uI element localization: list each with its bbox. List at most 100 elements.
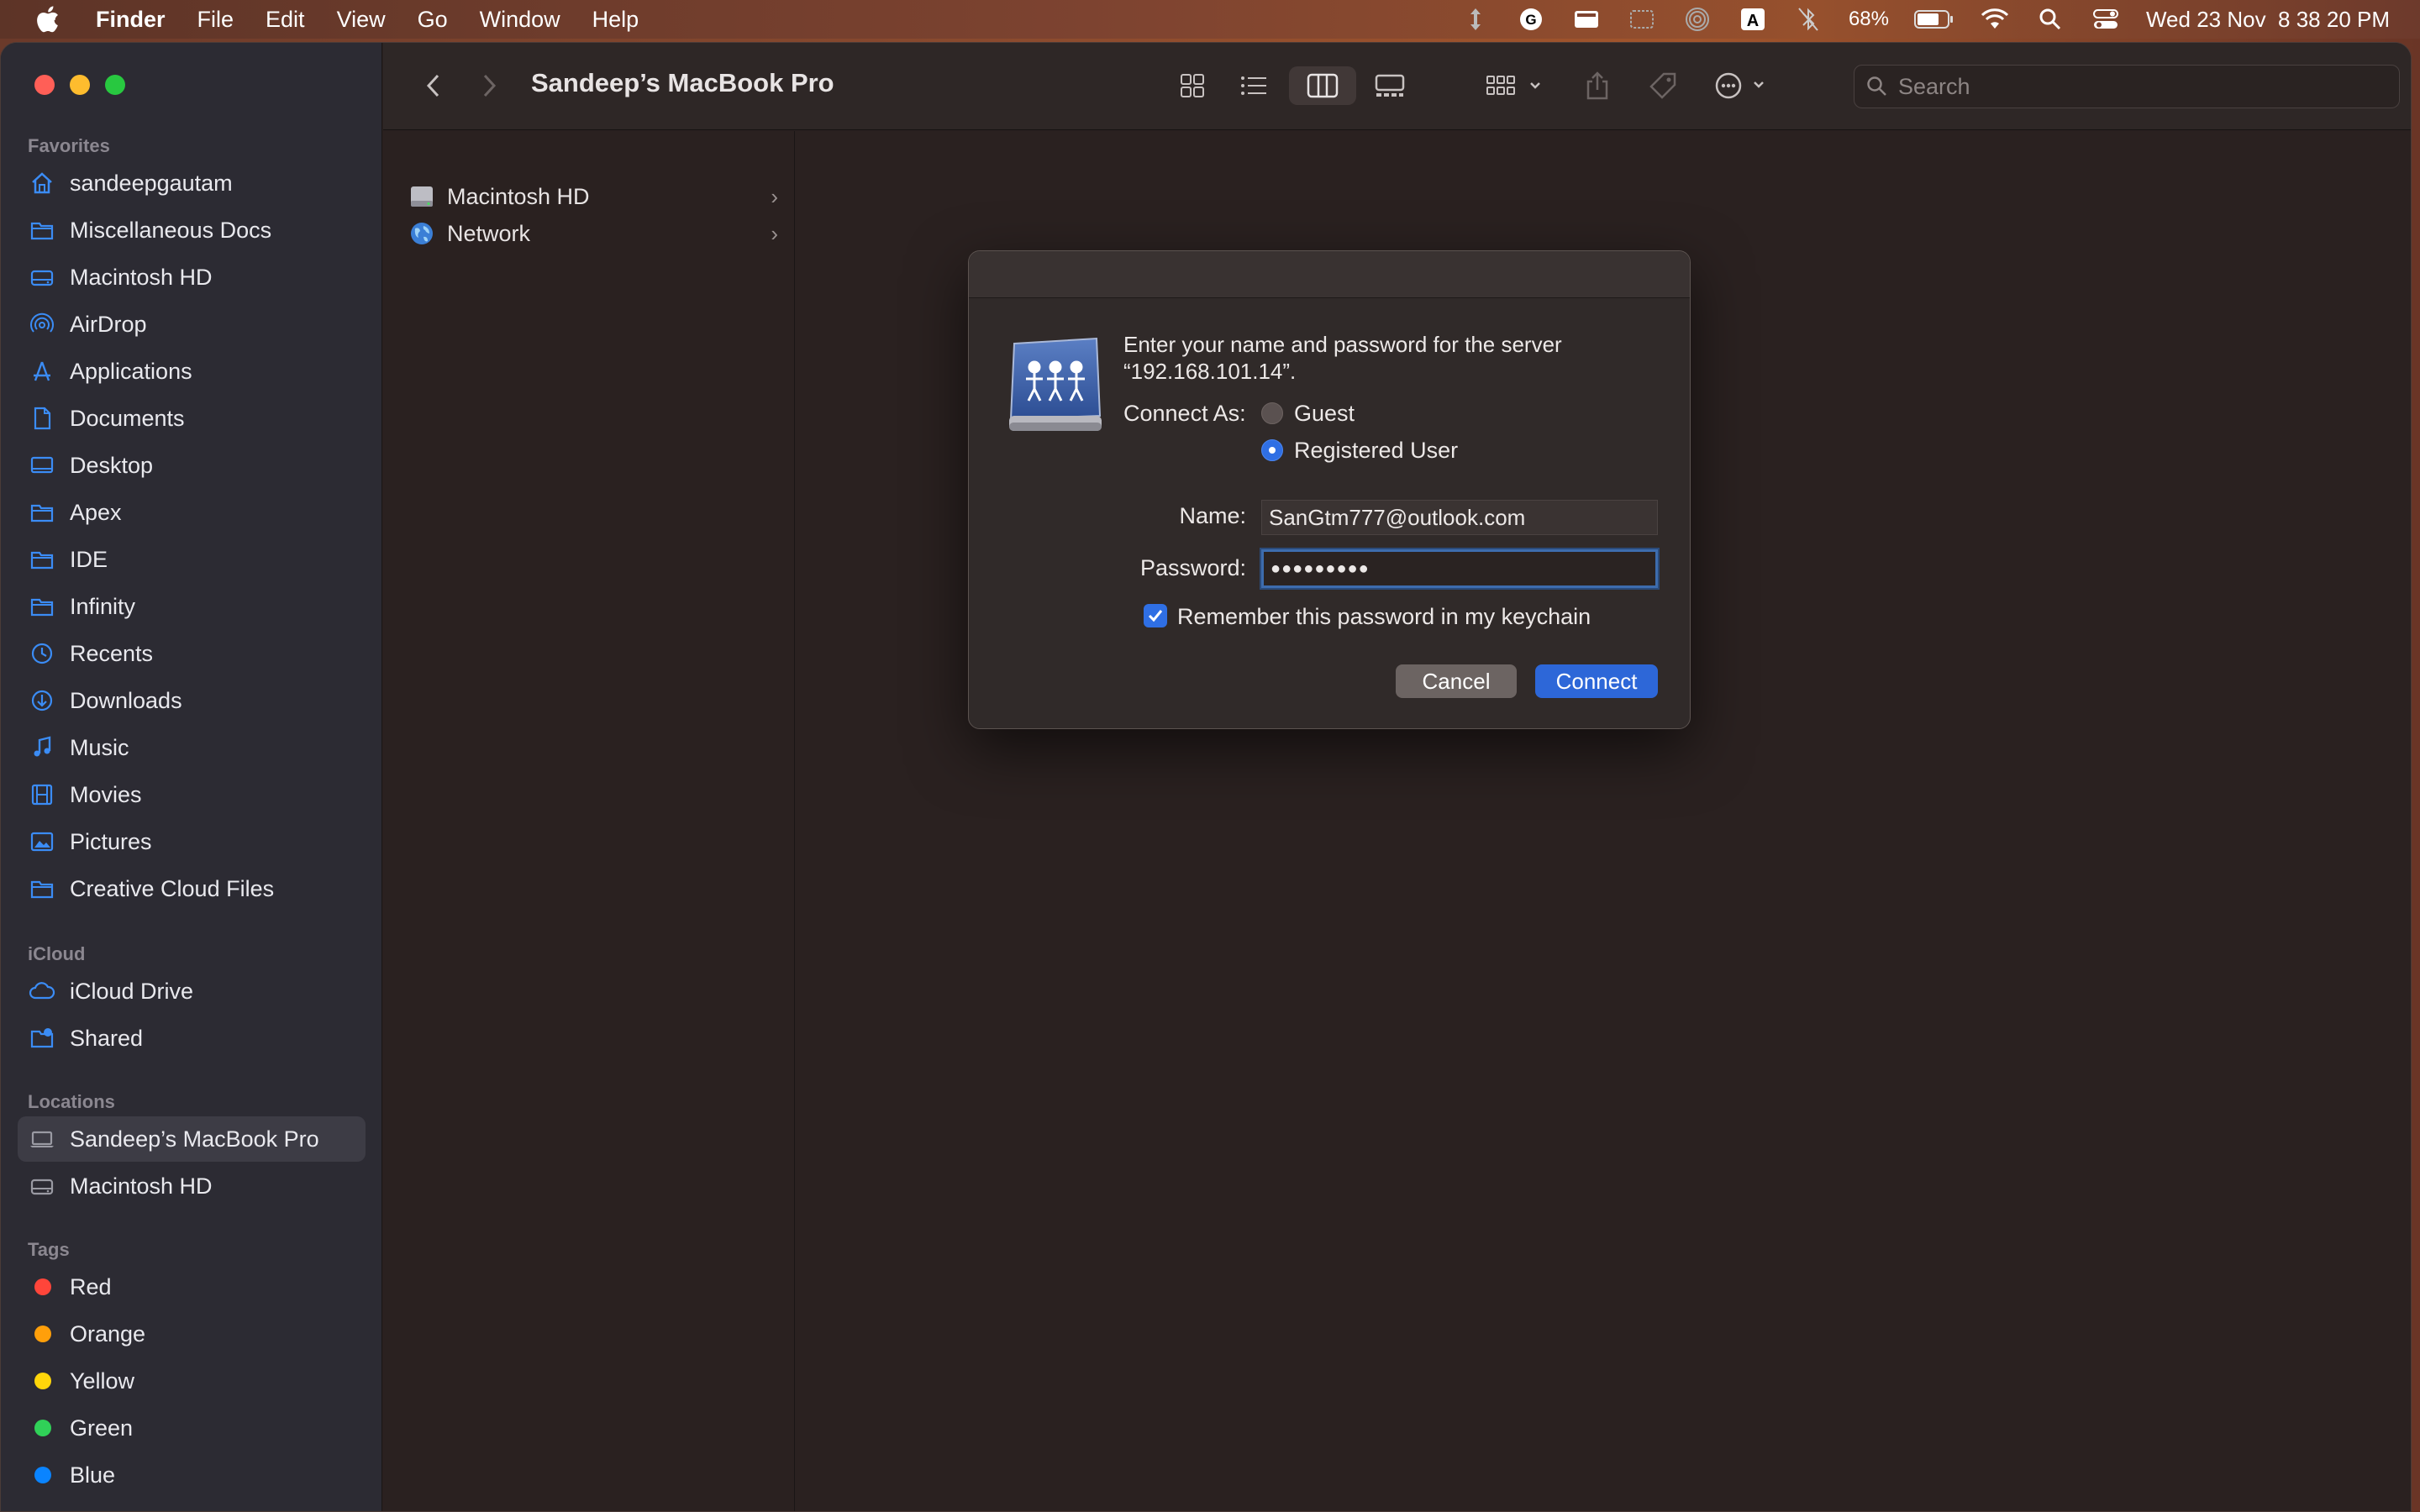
sidebar-item-label: Apex: [70, 499, 122, 525]
tag-color-dot: [34, 1326, 51, 1342]
sidebar-tag-green[interactable]: Green: [18, 1405, 366, 1451]
menu-edit[interactable]: Edit: [266, 7, 305, 33]
sidebar-tag-yellow[interactable]: Yellow: [18, 1358, 366, 1404]
folder-icon: [28, 874, 56, 903]
sidebar-item-label: Music: [70, 734, 129, 760]
spotlight-search-icon[interactable]: [2035, 7, 2065, 32]
photo-icon: [28, 827, 56, 856]
registered-user-radio[interactable]: [1261, 439, 1283, 461]
folder-icon: [28, 498, 56, 527]
sidebar-item-movies[interactable]: Movies: [18, 772, 366, 817]
tag-icon[interactable]: [1642, 66, 1684, 105]
sidebar-item-label: iCloud Drive: [70, 978, 194, 1004]
sidebar-item-applications[interactable]: Applications: [18, 349, 366, 394]
document-icon: [28, 404, 56, 433]
menu-app-name[interactable]: Finder: [96, 7, 166, 33]
group-by-button[interactable]: [1482, 66, 1553, 105]
sidebar-item-ide[interactable]: IDE: [18, 537, 366, 582]
name-field[interactable]: SanGtm777@outlook.com: [1261, 500, 1658, 535]
sidebar-item-label: Shared: [70, 1025, 144, 1051]
sidebar: Favorites iCloud Locations Tags sandeepg…: [1, 43, 382, 1511]
search-input[interactable]: [1898, 73, 2369, 100]
remember-password-label[interactable]: Remember this password in my keychain: [1177, 604, 1591, 630]
back-button[interactable]: [417, 66, 450, 105]
control-center-icon[interactable]: [2091, 7, 2121, 32]
forward-button[interactable]: [472, 66, 506, 105]
menu-file[interactable]: File: [197, 7, 234, 33]
sidebar-item-infinity[interactable]: Infinity: [18, 584, 366, 629]
cancel-button[interactable]: Cancel: [1396, 664, 1517, 698]
dialog-titlebar: [969, 251, 1690, 298]
wifi-icon[interactable]: [1980, 7, 2010, 32]
sidebar-item-label: Infinity: [70, 593, 136, 619]
tag-color-dot: [34, 1420, 51, 1436]
column-item-macintosh-hd[interactable]: Macintosh HD ›: [408, 180, 778, 213]
window-title: Sandeep’s MacBook Pro: [531, 68, 834, 97]
sidebar-item-documents[interactable]: Documents: [18, 396, 366, 441]
menu-help[interactable]: Help: [592, 7, 639, 33]
sidebar-item-macintosh-hd[interactable]: Macintosh HD: [18, 1163, 366, 1209]
sidebar-item-label: Desktop: [70, 452, 154, 478]
desktop-icon: [28, 451, 56, 480]
sidebar-item-sandeep-s-macbook-pro[interactable]: Sandeep’s MacBook Pro: [18, 1116, 366, 1162]
globe-icon: [408, 220, 435, 247]
sidebar-item-label: Applications: [70, 358, 192, 384]
resize-arrows-icon[interactable]: [1460, 7, 1491, 32]
apple-menu-icon[interactable]: [30, 3, 64, 36]
connect-as-label: Connect As:: [1123, 401, 1246, 426]
sidebar-tag-red[interactable]: Red: [18, 1264, 366, 1310]
list-view-button[interactable]: [1230, 66, 1277, 105]
remember-password-checkbox[interactable]: [1144, 604, 1167, 627]
minimize-button[interactable]: [70, 75, 90, 95]
share-icon[interactable]: [1576, 66, 1618, 105]
guest-label[interactable]: Guest: [1294, 401, 1355, 427]
sidebar-item-icloud-drive[interactable]: iCloud Drive: [18, 969, 366, 1014]
sidebar-item-downloads[interactable]: Downloads: [18, 678, 366, 723]
menu-window[interactable]: Window: [480, 7, 560, 33]
tag-color-dot: [34, 1373, 51, 1389]
menu-clock[interactable]: Wed 23 Nov 8 38 20 PM: [2146, 7, 2390, 33]
sidebar-item-shared[interactable]: Shared: [18, 1016, 366, 1061]
chevron-right-icon: ›: [771, 220, 778, 246]
sidebar-tag-orange[interactable]: Orange: [18, 1311, 366, 1357]
grammarly-icon[interactable]: G: [1516, 7, 1546, 32]
battery-icon[interactable]: [1913, 7, 1954, 32]
column-view-button[interactable]: [1289, 66, 1356, 105]
close-button[interactable]: [34, 75, 55, 95]
gallery-view-button[interactable]: [1365, 66, 1415, 105]
sidebar-item-pictures[interactable]: Pictures: [18, 819, 366, 864]
airplay-audio-icon[interactable]: [1682, 7, 1712, 32]
column-item-network[interactable]: Network ›: [408, 217, 778, 250]
password-field[interactable]: ●●●●●●●●●: [1261, 549, 1658, 588]
sidebar-item-music[interactable]: Music: [18, 725, 366, 770]
sidebar-item-recents[interactable]: Recents: [18, 631, 366, 676]
connect-button[interactable]: Connect: [1535, 664, 1658, 698]
search-field[interactable]: [1854, 65, 2400, 108]
sidebar-item-airdrop[interactable]: AirDrop: [18, 302, 366, 347]
clapperboard-icon[interactable]: [1571, 7, 1602, 32]
window-controls: [34, 75, 125, 95]
sidebar-tag-blue[interactable]: Blue: [18, 1452, 366, 1498]
laptop-icon: [28, 1125, 56, 1153]
zoom-button[interactable]: [105, 75, 125, 95]
bluetooth-off-icon[interactable]: [1793, 7, 1823, 32]
menu-bar: Finder File Edit View Go Window Help G A…: [0, 0, 2420, 39]
menu-view[interactable]: View: [337, 7, 386, 33]
sidebar-item-miscellaneous-docs[interactable]: Miscellaneous Docs: [18, 207, 366, 253]
folder-icon: [28, 545, 56, 574]
menu-go[interactable]: Go: [418, 7, 448, 33]
sidebar-item-apex[interactable]: Apex: [18, 490, 366, 535]
input-source-icon[interactable]: A: [1738, 7, 1768, 32]
password-label: Password:: [1139, 555, 1246, 580]
sidebar-item-creative-cloud-files[interactable]: Creative Cloud Files: [18, 866, 366, 911]
sidebar-tag-label: Blue: [70, 1462, 116, 1488]
sidebar-item-desktop[interactable]: Desktop: [18, 443, 366, 488]
sidebar-item-sandeepgautam[interactable]: sandeepgautam: [18, 160, 366, 206]
icon-view-button[interactable]: [1169, 66, 1216, 105]
sidebar-item-label: AirDrop: [70, 311, 147, 337]
sidebar-item-macintosh-hd[interactable]: Macintosh HD: [18, 255, 366, 300]
more-actions-button[interactable]: [1712, 66, 1780, 105]
guest-radio[interactable]: [1261, 402, 1283, 424]
registered-user-label[interactable]: Registered User: [1294, 438, 1458, 464]
screen-mirroring-icon[interactable]: [1627, 7, 1657, 32]
